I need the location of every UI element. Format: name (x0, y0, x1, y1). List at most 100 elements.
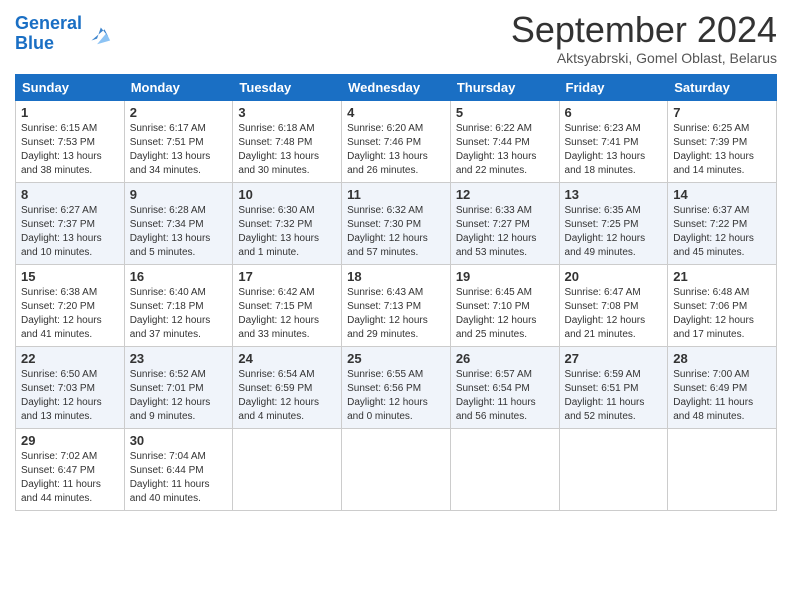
day-info: Sunrise: 6:17 AMSunset: 7:51 PMDaylight:… (130, 122, 228, 178)
day-number: 22 (21, 351, 119, 366)
day-number: 14 (673, 187, 771, 202)
day-cell: 19 Sunrise: 6:45 AMSunset: 7:10 PMDaylig… (450, 264, 559, 346)
day-number: 23 (130, 351, 228, 366)
day-number: 10 (238, 187, 336, 202)
day-info: Sunrise: 6:25 AMSunset: 7:39 PMDaylight:… (673, 122, 771, 178)
day-number: 17 (238, 269, 336, 284)
day-number: 15 (21, 269, 119, 284)
weekday-monday: Monday (124, 74, 233, 100)
day-cell (342, 428, 451, 510)
day-info: Sunrise: 6:45 AMSunset: 7:10 PMDaylight:… (456, 286, 554, 342)
day-cell: 28 Sunrise: 7:00 AMSunset: 6:49 PMDaylig… (668, 346, 777, 428)
day-cell: 13 Sunrise: 6:35 AMSunset: 7:25 PMDaylig… (559, 182, 668, 264)
day-cell: 30 Sunrise: 7:04 AMSunset: 6:44 PMDaylig… (124, 428, 233, 510)
day-cell (450, 428, 559, 510)
day-cell: 26 Sunrise: 6:57 AMSunset: 6:54 PMDaylig… (450, 346, 559, 428)
day-info: Sunrise: 6:27 AMSunset: 7:37 PMDaylight:… (21, 204, 119, 260)
day-info: Sunrise: 6:32 AMSunset: 7:30 PMDaylight:… (347, 204, 445, 260)
day-cell: 1 Sunrise: 6:15 AMSunset: 7:53 PMDayligh… (16, 100, 125, 182)
day-number: 16 (130, 269, 228, 284)
day-cell: 15 Sunrise: 6:38 AMSunset: 7:20 PMDaylig… (16, 264, 125, 346)
day-number: 20 (565, 269, 663, 284)
day-cell: 29 Sunrise: 7:02 AMSunset: 6:47 PMDaylig… (16, 428, 125, 510)
logo-text: GeneralBlue (15, 14, 82, 54)
day-info: Sunrise: 6:48 AMSunset: 7:06 PMDaylight:… (673, 286, 771, 342)
day-number: 27 (565, 351, 663, 366)
day-number: 4 (347, 105, 445, 120)
day-number: 5 (456, 105, 554, 120)
day-number: 8 (21, 187, 119, 202)
day-info: Sunrise: 6:38 AMSunset: 7:20 PMDaylight:… (21, 286, 119, 342)
title-block: September 2024 Aktsyabrski, Gomel Oblast… (511, 10, 777, 66)
day-info: Sunrise: 6:50 AMSunset: 7:03 PMDaylight:… (21, 368, 119, 424)
day-cell: 5 Sunrise: 6:22 AMSunset: 7:44 PMDayligh… (450, 100, 559, 182)
day-number: 6 (565, 105, 663, 120)
day-number: 1 (21, 105, 119, 120)
day-info: Sunrise: 6:33 AMSunset: 7:27 PMDaylight:… (456, 204, 554, 260)
calendar-table: SundayMondayTuesdayWednesdayThursdayFrid… (15, 74, 777, 511)
day-info: Sunrise: 7:04 AMSunset: 6:44 PMDaylight:… (130, 450, 228, 506)
day-info: Sunrise: 6:57 AMSunset: 6:54 PMDaylight:… (456, 368, 554, 424)
day-cell: 8 Sunrise: 6:27 AMSunset: 7:37 PMDayligh… (16, 182, 125, 264)
day-number: 3 (238, 105, 336, 120)
day-cell: 4 Sunrise: 6:20 AMSunset: 7:46 PMDayligh… (342, 100, 451, 182)
day-info: Sunrise: 7:00 AMSunset: 6:49 PMDaylight:… (673, 368, 771, 424)
day-cell: 22 Sunrise: 6:50 AMSunset: 7:03 PMDaylig… (16, 346, 125, 428)
day-number: 9 (130, 187, 228, 202)
day-cell: 10 Sunrise: 6:30 AMSunset: 7:32 PMDaylig… (233, 182, 342, 264)
day-cell (668, 428, 777, 510)
day-number: 25 (347, 351, 445, 366)
day-number: 12 (456, 187, 554, 202)
location-subtitle: Aktsyabrski, Gomel Oblast, Belarus (511, 50, 777, 66)
month-title: September 2024 (511, 10, 777, 50)
day-cell: 18 Sunrise: 6:43 AMSunset: 7:13 PMDaylig… (342, 264, 451, 346)
day-cell (233, 428, 342, 510)
week-row-5: 29 Sunrise: 7:02 AMSunset: 6:47 PMDaylig… (16, 428, 777, 510)
day-cell: 24 Sunrise: 6:54 AMSunset: 6:59 PMDaylig… (233, 346, 342, 428)
day-cell: 16 Sunrise: 6:40 AMSunset: 7:18 PMDaylig… (124, 264, 233, 346)
logo-icon (84, 20, 112, 48)
weekday-friday: Friday (559, 74, 668, 100)
day-info: Sunrise: 7:02 AMSunset: 6:47 PMDaylight:… (21, 450, 119, 506)
day-info: Sunrise: 6:37 AMSunset: 7:22 PMDaylight:… (673, 204, 771, 260)
day-cell: 17 Sunrise: 6:42 AMSunset: 7:15 PMDaylig… (233, 264, 342, 346)
week-row-1: 1 Sunrise: 6:15 AMSunset: 7:53 PMDayligh… (16, 100, 777, 182)
day-number: 13 (565, 187, 663, 202)
weekday-wednesday: Wednesday (342, 74, 451, 100)
day-number: 26 (456, 351, 554, 366)
day-number: 18 (347, 269, 445, 284)
day-cell: 7 Sunrise: 6:25 AMSunset: 7:39 PMDayligh… (668, 100, 777, 182)
day-info: Sunrise: 6:22 AMSunset: 7:44 PMDaylight:… (456, 122, 554, 178)
day-info: Sunrise: 6:54 AMSunset: 6:59 PMDaylight:… (238, 368, 336, 424)
day-info: Sunrise: 6:47 AMSunset: 7:08 PMDaylight:… (565, 286, 663, 342)
day-number: 11 (347, 187, 445, 202)
day-info: Sunrise: 6:15 AMSunset: 7:53 PMDaylight:… (21, 122, 119, 178)
day-number: 24 (238, 351, 336, 366)
day-info: Sunrise: 6:23 AMSunset: 7:41 PMDaylight:… (565, 122, 663, 178)
day-info: Sunrise: 6:35 AMSunset: 7:25 PMDaylight:… (565, 204, 663, 260)
weekday-header-row: SundayMondayTuesdayWednesdayThursdayFrid… (16, 74, 777, 100)
day-number: 21 (673, 269, 771, 284)
weekday-thursday: Thursday (450, 74, 559, 100)
day-info: Sunrise: 6:40 AMSunset: 7:18 PMDaylight:… (130, 286, 228, 342)
day-info: Sunrise: 6:42 AMSunset: 7:15 PMDaylight:… (238, 286, 336, 342)
day-cell (559, 428, 668, 510)
calendar-page: GeneralBlue September 2024 Aktsyabrski, … (0, 0, 792, 526)
weekday-tuesday: Tuesday (233, 74, 342, 100)
logo: GeneralBlue (15, 10, 112, 54)
page-header: GeneralBlue September 2024 Aktsyabrski, … (15, 10, 777, 66)
day-cell: 2 Sunrise: 6:17 AMSunset: 7:51 PMDayligh… (124, 100, 233, 182)
day-info: Sunrise: 6:59 AMSunset: 6:51 PMDaylight:… (565, 368, 663, 424)
calendar-body: 1 Sunrise: 6:15 AMSunset: 7:53 PMDayligh… (16, 100, 777, 510)
day-cell: 9 Sunrise: 6:28 AMSunset: 7:34 PMDayligh… (124, 182, 233, 264)
day-info: Sunrise: 6:43 AMSunset: 7:13 PMDaylight:… (347, 286, 445, 342)
day-info: Sunrise: 6:20 AMSunset: 7:46 PMDaylight:… (347, 122, 445, 178)
day-cell: 23 Sunrise: 6:52 AMSunset: 7:01 PMDaylig… (124, 346, 233, 428)
day-cell: 21 Sunrise: 6:48 AMSunset: 7:06 PMDaylig… (668, 264, 777, 346)
day-number: 19 (456, 269, 554, 284)
day-number: 28 (673, 351, 771, 366)
day-number: 30 (130, 433, 228, 448)
day-cell: 12 Sunrise: 6:33 AMSunset: 7:27 PMDaylig… (450, 182, 559, 264)
day-info: Sunrise: 6:28 AMSunset: 7:34 PMDaylight:… (130, 204, 228, 260)
day-cell: 14 Sunrise: 6:37 AMSunset: 7:22 PMDaylig… (668, 182, 777, 264)
